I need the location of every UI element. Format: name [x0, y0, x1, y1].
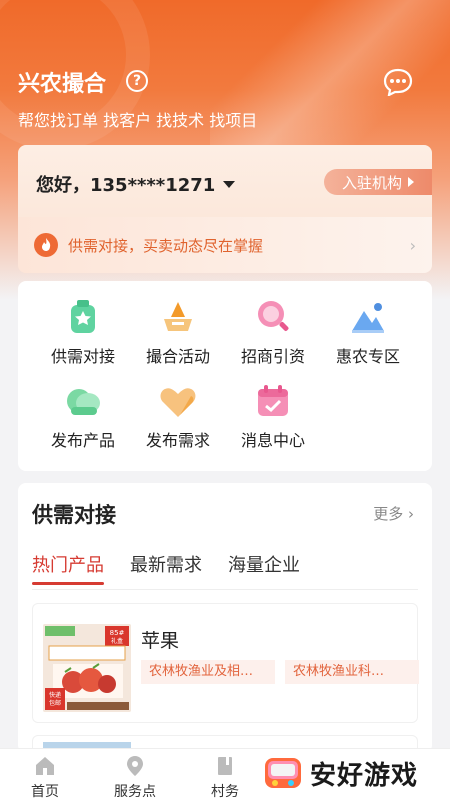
ticker-text: 供需对接，买卖动态尽在掌握	[68, 236, 264, 255]
caret-right-icon	[408, 177, 414, 187]
chevron-right-icon: ›	[409, 235, 416, 255]
section-title: 供需对接	[32, 503, 116, 527]
publish-product-icon	[67, 389, 100, 415]
location-pin-icon	[127, 756, 143, 776]
tab-enterprises[interactable]: 海量企业	[228, 551, 300, 585]
book-icon	[218, 757, 232, 775]
benefit-zone-icon	[352, 303, 384, 333]
caret-down-icon	[223, 180, 236, 188]
product-tag: 农林牧渔业科…	[285, 660, 419, 684]
publish-demand-icon	[160, 388, 196, 417]
menu-item-activity[interactable]: 撮合活动	[133, 297, 223, 377]
product-card[interactable]: 85# 礼盒 快递 包邮 苹果 农林牧渔业及相… 农林牧渔业科…	[32, 603, 419, 723]
svg-text:快递: 快递	[49, 691, 61, 699]
more-link[interactable]: 更多 ›	[373, 503, 414, 524]
menu-item-supply-demand[interactable]: 供需对接	[38, 297, 128, 377]
menu-label: 供需对接	[50, 347, 115, 366]
product-tags: 农林牧渔业及相… 农林牧渔业科…	[141, 660, 419, 684]
svg-text:包邮: 包邮	[49, 699, 61, 707]
product-name: 苹果	[141, 630, 180, 652]
menu-label: 发布产品	[50, 431, 115, 450]
menu-label: 消息中心	[240, 431, 305, 450]
menu-label: 发布需求	[145, 431, 210, 450]
menu-item-publish-product[interactable]: 发布产品	[38, 381, 128, 461]
join-button-label: 入驻机构	[341, 173, 402, 192]
site-watermark: 安好游戏	[262, 746, 450, 800]
tab-latest-demand[interactable]: 最新需求	[130, 551, 202, 585]
chat-bubble-icon[interactable]	[383, 68, 413, 96]
quick-menu: 供需对接 撮合活动 招商引资 惠农专区 发布产品 发布需求 消息中心	[18, 281, 432, 471]
nav-label: 村务	[211, 784, 239, 800]
menu-item-message-center[interactable]: 消息中心	[228, 381, 318, 461]
nav-service-point[interactable]: 服务点	[100, 755, 170, 800]
supply-demand-icon	[71, 300, 95, 333]
menu-label: 招商引资	[240, 347, 305, 366]
section-tabs: 热门产品 最新需求 海量企业	[32, 551, 300, 585]
tab-hot-products[interactable]: 热门产品	[32, 551, 104, 585]
header-subtitle: 帮您找订单 找客户 找技术 找项目	[18, 111, 258, 130]
menu-item-publish-demand[interactable]: 发布需求	[133, 381, 223, 461]
account-switcher[interactable]: 您好，135****1271	[36, 171, 236, 197]
help-icon[interactable]: ?	[126, 70, 148, 92]
nav-home[interactable]: 首页	[10, 755, 80, 800]
greeting-text: 您好，135****1271	[36, 175, 216, 196]
fire-icon	[34, 233, 58, 257]
nav-label: 首页	[31, 784, 59, 800]
user-card: 您好，135****1271 入驻机构 供需对接，买卖动态尽在掌握 ›	[18, 145, 432, 273]
investment-icon	[258, 301, 289, 331]
product-image: 85# 礼盒 快递 包邮	[43, 624, 131, 712]
menu-label: 惠农专区	[335, 347, 400, 366]
product-tag: 农林牧渔业及相…	[141, 660, 275, 684]
join-institution-button[interactable]: 入驻机构	[324, 169, 432, 195]
nav-label: 服务点	[114, 784, 156, 800]
message-center-icon	[258, 385, 288, 416]
gamepad-logo-icon	[265, 758, 301, 788]
svg-text:85#: 85#	[110, 629, 125, 637]
svg-text:礼盒: 礼盒	[111, 637, 123, 645]
menu-item-benefit-zone[interactable]: 惠农专区	[323, 297, 413, 377]
menu-label: 撮合活动	[145, 347, 210, 366]
apple-box-image: 85# 礼盒 快递 包邮	[43, 624, 131, 712]
news-ticker[interactable]: 供需对接，买卖动态尽在掌握 ›	[18, 217, 432, 273]
nav-village-affairs[interactable]: 村务	[190, 755, 260, 800]
home-icon	[36, 757, 54, 775]
supply-demand-section: 供需对接 更多 › 热门产品 最新需求 海量企业 85# 礼盒 快递 包邮 苹果…	[18, 483, 432, 753]
activity-icon	[164, 302, 192, 331]
menu-item-investment[interactable]: 招商引资	[228, 297, 318, 377]
app-title: 兴农撮合	[18, 72, 107, 97]
watermark-text: 安好游戏	[310, 760, 419, 791]
